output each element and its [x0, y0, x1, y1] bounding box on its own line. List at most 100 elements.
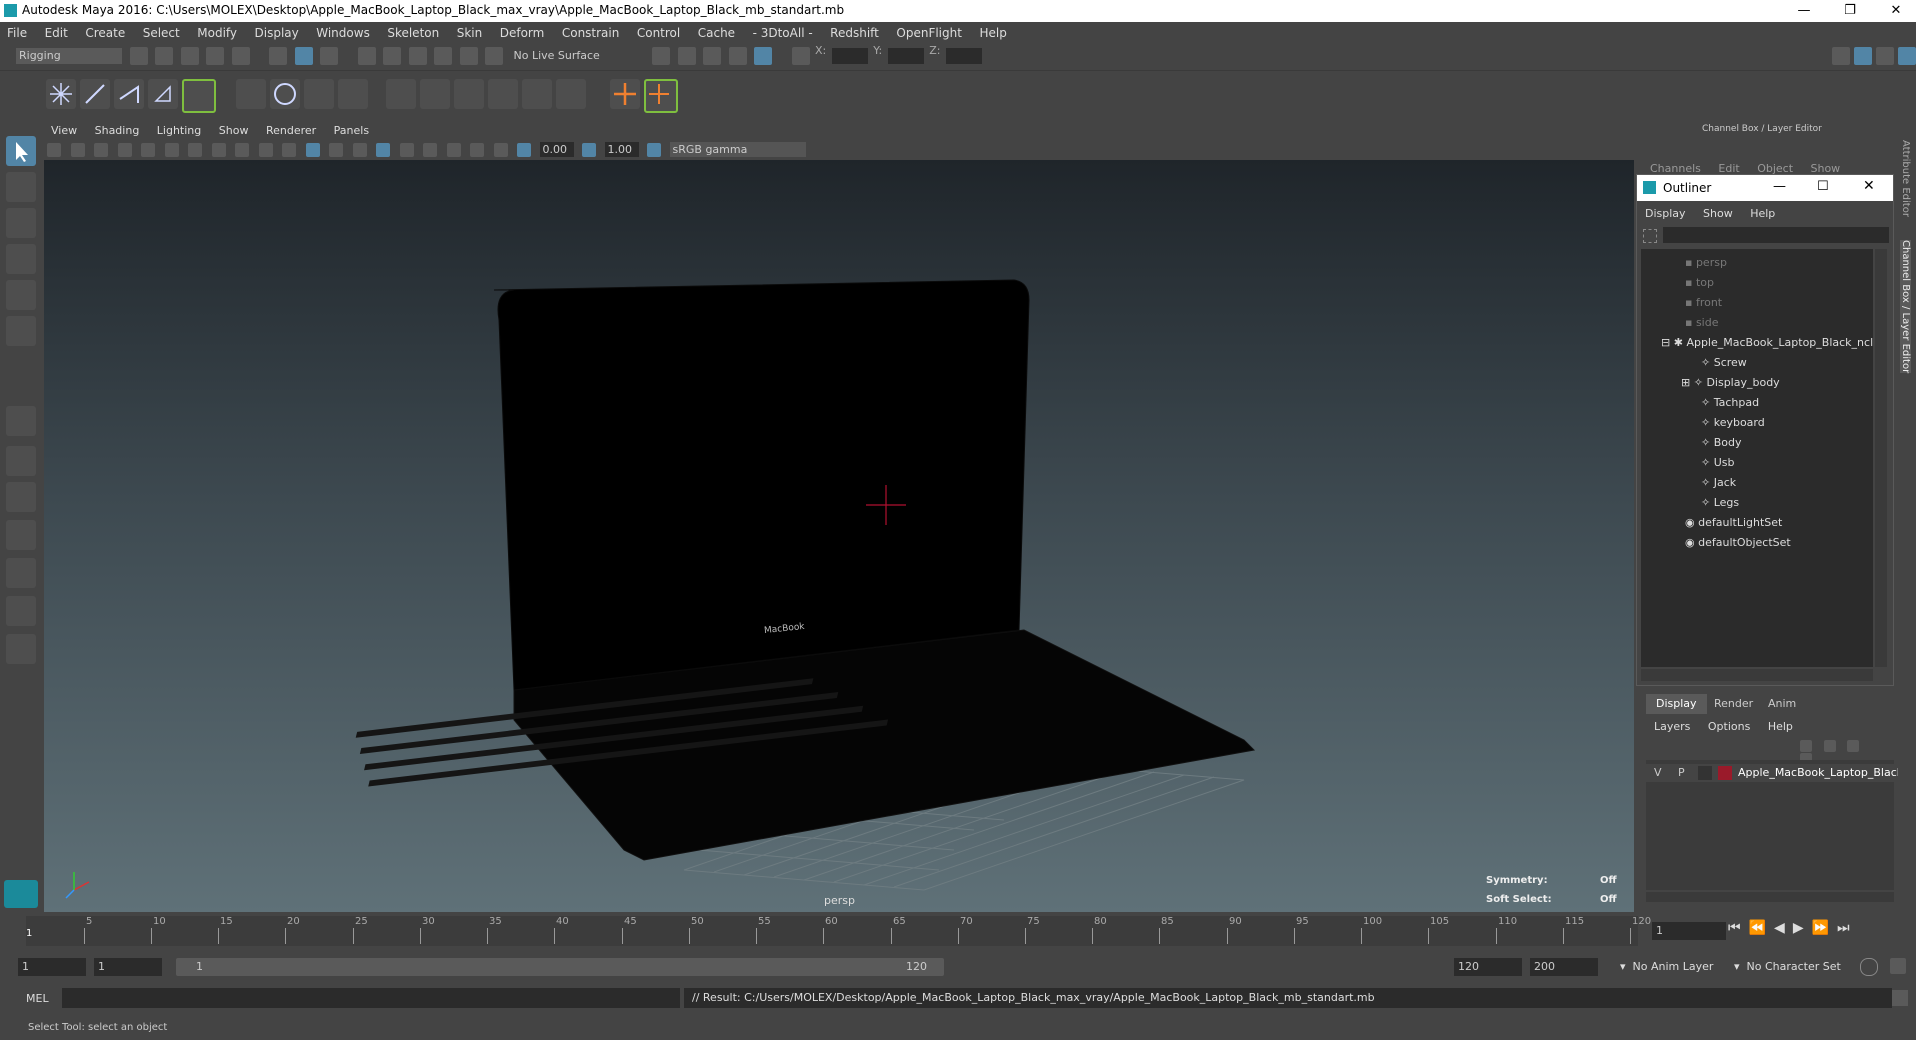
time-ruler[interactable]: 5 10 15 20 25 30 35 40 45 50 55 60 65 70 75 80 85 90 95 100… — [26, 916, 1651, 946]
snap-surface-icon[interactable] — [459, 47, 478, 65]
image-plane-icon[interactable] — [117, 143, 132, 157]
pole-vector-icon[interactable] — [556, 79, 586, 109]
outliner-menu-display[interactable]: Display — [1645, 207, 1686, 220]
outliner-filter-icon[interactable] — [1643, 229, 1657, 243]
play-icon[interactable]: ▶ — [1793, 920, 1812, 936]
menu-control[interactable]: Control — [630, 22, 687, 44]
range-bar[interactable]: 1 120 — [176, 958, 944, 976]
shadows-icon[interactable] — [399, 143, 414, 157]
menu-3dtoall[interactable]: - 3DtoAll - — [746, 22, 820, 44]
vp-menu-panels[interactable]: Panels — [327, 120, 376, 142]
menu-deform[interactable]: Deform — [493, 22, 552, 44]
graph-layout-icon[interactable] — [6, 520, 36, 550]
textured-icon[interactable] — [352, 143, 367, 157]
layer-playback-toggle[interactable]: P — [1678, 766, 1685, 779]
vp-menu-lighting[interactable]: Lighting — [150, 120, 208, 142]
motion-blur-icon[interactable] — [446, 143, 461, 157]
vp-menu-renderer[interactable]: Renderer — [259, 120, 323, 142]
go-to-start-icon[interactable]: ⏮ — [1728, 920, 1749, 936]
lasso-tool-icon[interactable] — [6, 172, 36, 202]
layer-hscroll[interactable] — [1646, 892, 1894, 902]
locator-icon[interactable] — [610, 79, 640, 109]
layer-type-toggle[interactable] — [1698, 766, 1712, 780]
field-chart-icon[interactable] — [235, 143, 249, 157]
outliner-item-screw[interactable]: ✧ Screw — [1701, 353, 1747, 373]
menu-windows[interactable]: Windows — [309, 22, 377, 44]
menu-skin[interactable]: Skin — [450, 22, 490, 44]
menu-openflight[interactable]: OpenFlight — [889, 22, 969, 44]
playback-end-field[interactable]: 120 — [1454, 958, 1522, 976]
four-pane-icon[interactable] — [6, 446, 36, 476]
script-layout-icon[interactable] — [6, 634, 36, 664]
undo-icon[interactable] — [206, 47, 224, 65]
layers-menu-layers[interactable]: Layers — [1654, 720, 1690, 733]
isolate-select-icon[interactable] — [470, 143, 484, 157]
ipr-render-icon[interactable] — [703, 47, 721, 65]
outliner-item-root-group[interactable]: ⊟ ✱ Apple_MacBook_Laptop_Black_ncl — [1661, 333, 1873, 353]
restore-button[interactable]: ❐ — [1830, 0, 1870, 22]
step-back-icon[interactable]: ◀ — [1774, 920, 1793, 936]
layout-icon[interactable] — [1876, 47, 1894, 65]
exposure-field[interactable]: 0.00 — [539, 142, 574, 157]
script-language-label[interactable]: MEL — [26, 992, 49, 1005]
auto-key-icon[interactable] — [1860, 958, 1878, 976]
outliner-menu-show[interactable]: Show — [1703, 207, 1733, 220]
shelf-scroll[interactable] — [1900, 81, 1910, 111]
outliner-item-tachpad[interactable]: ✧ Tachpad — [1701, 393, 1759, 413]
workspace-icon[interactable] — [1832, 47, 1850, 65]
layers-menu-help[interactable]: Help — [1768, 720, 1793, 733]
smooth-bind-icon[interactable] — [270, 79, 300, 109]
rotate-tool-icon[interactable] — [6, 280, 36, 310]
scale-tool-icon[interactable] — [6, 316, 36, 346]
layer-color-swatch[interactable] — [1718, 766, 1732, 780]
tab-anim[interactable]: Anim — [1758, 694, 1806, 714]
select-component-icon[interactable] — [320, 47, 338, 65]
outliner-hscroll[interactable] — [1641, 669, 1873, 681]
menu-constrain[interactable]: Constrain — [555, 22, 627, 44]
outliner-item-defaultlightset[interactable]: ◉ defaultLightSet — [1685, 513, 1782, 533]
camera-select-icon[interactable] — [47, 143, 61, 157]
outliner-item-defaultobjectset[interactable]: ◉ defaultObjectSet — [1685, 533, 1791, 553]
outliner-item-body[interactable]: ✧ Body — [1701, 433, 1742, 453]
render-layout-icon[interactable] — [6, 596, 36, 626]
colorspace-dropdown[interactable]: sRGB gamma — [669, 142, 806, 157]
layer-move-up-icon[interactable] — [1800, 740, 1812, 752]
outliner-close-button[interactable]: ✕ — [1863, 178, 1875, 194]
snap-point-icon[interactable] — [408, 47, 427, 65]
locator-alt-icon[interactable] — [644, 79, 678, 113]
minimize-button[interactable]: — — [1784, 0, 1824, 22]
xray-icon[interactable] — [493, 143, 508, 157]
menu-select[interactable]: Select — [136, 22, 187, 44]
outliner-item-front[interactable]: ▪ front — [1685, 293, 1722, 313]
toggle-sidebar-icon[interactable] — [1854, 47, 1872, 65]
layer-move-down-icon[interactable] — [1823, 740, 1836, 752]
open-scene-icon[interactable] — [155, 47, 173, 65]
anim-layer-dropdown[interactable]: ▾ No Anim Layer — [1620, 960, 1713, 973]
playback-start-field[interactable]: 1 — [94, 958, 162, 976]
anim-prefs-icon[interactable] — [1890, 958, 1906, 974]
outliner-layout-icon[interactable] — [6, 482, 36, 512]
layers-menu-options[interactable]: Options — [1708, 720, 1750, 733]
3d-viewport[interactable]: MacBook persp Symmetry: Off Soft Select:… — [4, 160, 1634, 912]
move-tool-icon[interactable] — [6, 244, 36, 274]
bind-skin-icon[interactable] — [236, 79, 266, 109]
vp-menu-view[interactable]: View — [44, 120, 84, 142]
resolution-gate-icon[interactable] — [188, 143, 202, 157]
select-object-icon[interactable] — [294, 47, 313, 65]
go-to-end-icon[interactable]: ⏭ — [1837, 920, 1858, 936]
new-scene-icon[interactable] — [129, 47, 148, 65]
menu-file[interactable]: File — [0, 22, 34, 44]
single-pane-icon[interactable] — [6, 406, 36, 436]
insert-joint-icon[interactable] — [148, 79, 178, 109]
snap-live-icon[interactable] — [485, 47, 503, 65]
smooth-shade-icon[interactable] — [305, 143, 320, 157]
snap-view-icon[interactable] — [434, 47, 452, 65]
wire-on-shaded-icon[interactable] — [329, 143, 343, 157]
point-constraint-icon[interactable] — [420, 79, 450, 109]
tab-render[interactable]: Render — [1704, 694, 1763, 714]
outliner-item-jack[interactable]: ✧ Jack — [1701, 473, 1736, 493]
snap-curve-icon[interactable] — [383, 47, 401, 65]
menuset-dropdown[interactable]: Rigging — [16, 48, 122, 64]
z-field[interactable] — [945, 48, 982, 64]
cluster-icon[interactable] — [338, 79, 368, 109]
